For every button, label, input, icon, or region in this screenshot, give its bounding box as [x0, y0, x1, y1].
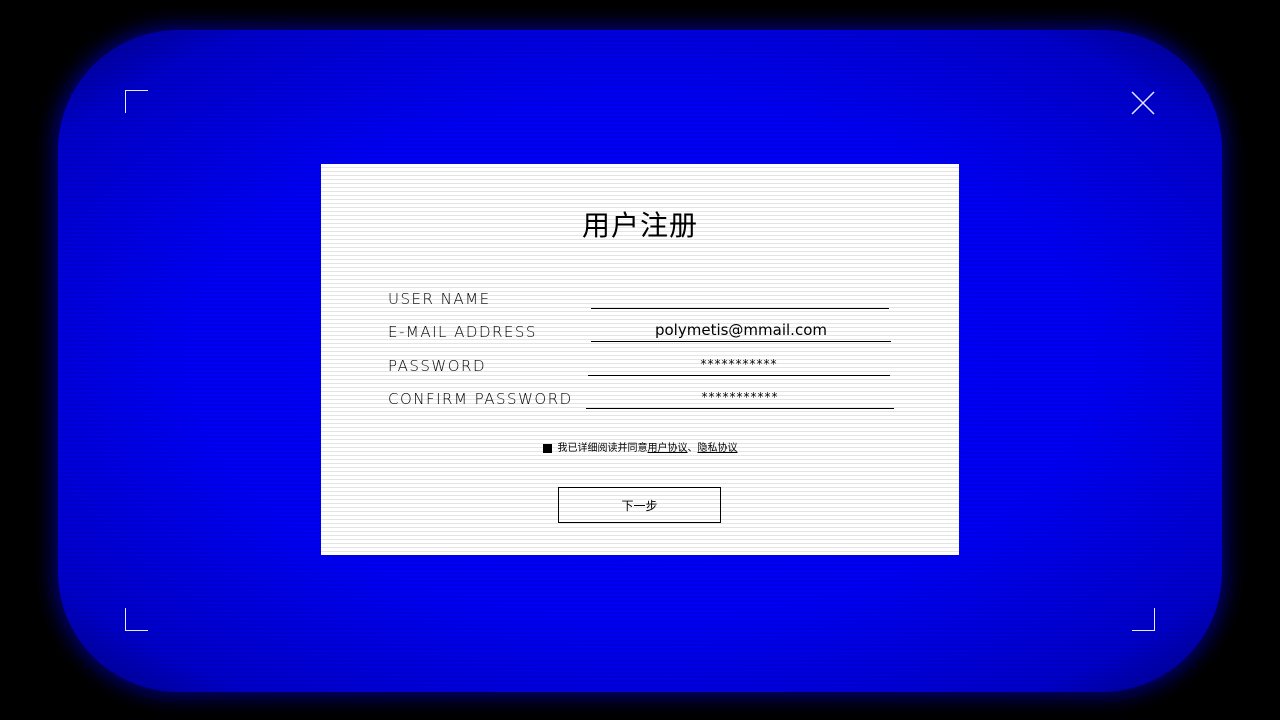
- dialog-title: 用户注册: [581, 209, 698, 242]
- username-label: USER NAME: [388, 290, 491, 308]
- username-input[interactable]: [591, 287, 889, 309]
- user-agreement-link[interactable]: 用户协议: [648, 443, 688, 454]
- agreement-checkbox[interactable]: [542, 443, 552, 453]
- registration-dialog: 用户注册 USER NAME E-MAIL ADDRESS PASSWORD C…: [321, 164, 959, 555]
- password-input[interactable]: [588, 354, 890, 376]
- corner-bracket-bottom-left-icon: [125, 608, 148, 631]
- corner-bracket-top-left-icon: [125, 90, 148, 113]
- agreement-row: 我已详细阅读并同意用户协议、隐私协议: [321, 439, 959, 454]
- agreement-text: 我已详细阅读并同意: [557, 443, 648, 454]
- next-step-button[interactable]: 下一步: [558, 487, 721, 523]
- email-label: E-MAIL ADDRESS: [388, 323, 537, 341]
- close-button[interactable]: [1128, 88, 1158, 118]
- email-input[interactable]: [591, 320, 891, 342]
- password-label: PASSWORD: [388, 357, 487, 375]
- corner-bracket-bottom-right-icon: [1132, 608, 1155, 631]
- confirm-password-input[interactable]: [586, 387, 894, 409]
- agreement-separator: 、: [687, 443, 698, 454]
- close-icon: [1131, 91, 1155, 115]
- confirm-password-label: CONFIRM PASSWORD: [388, 390, 573, 408]
- privacy-agreement-link[interactable]: 隐私协议: [698, 443, 738, 454]
